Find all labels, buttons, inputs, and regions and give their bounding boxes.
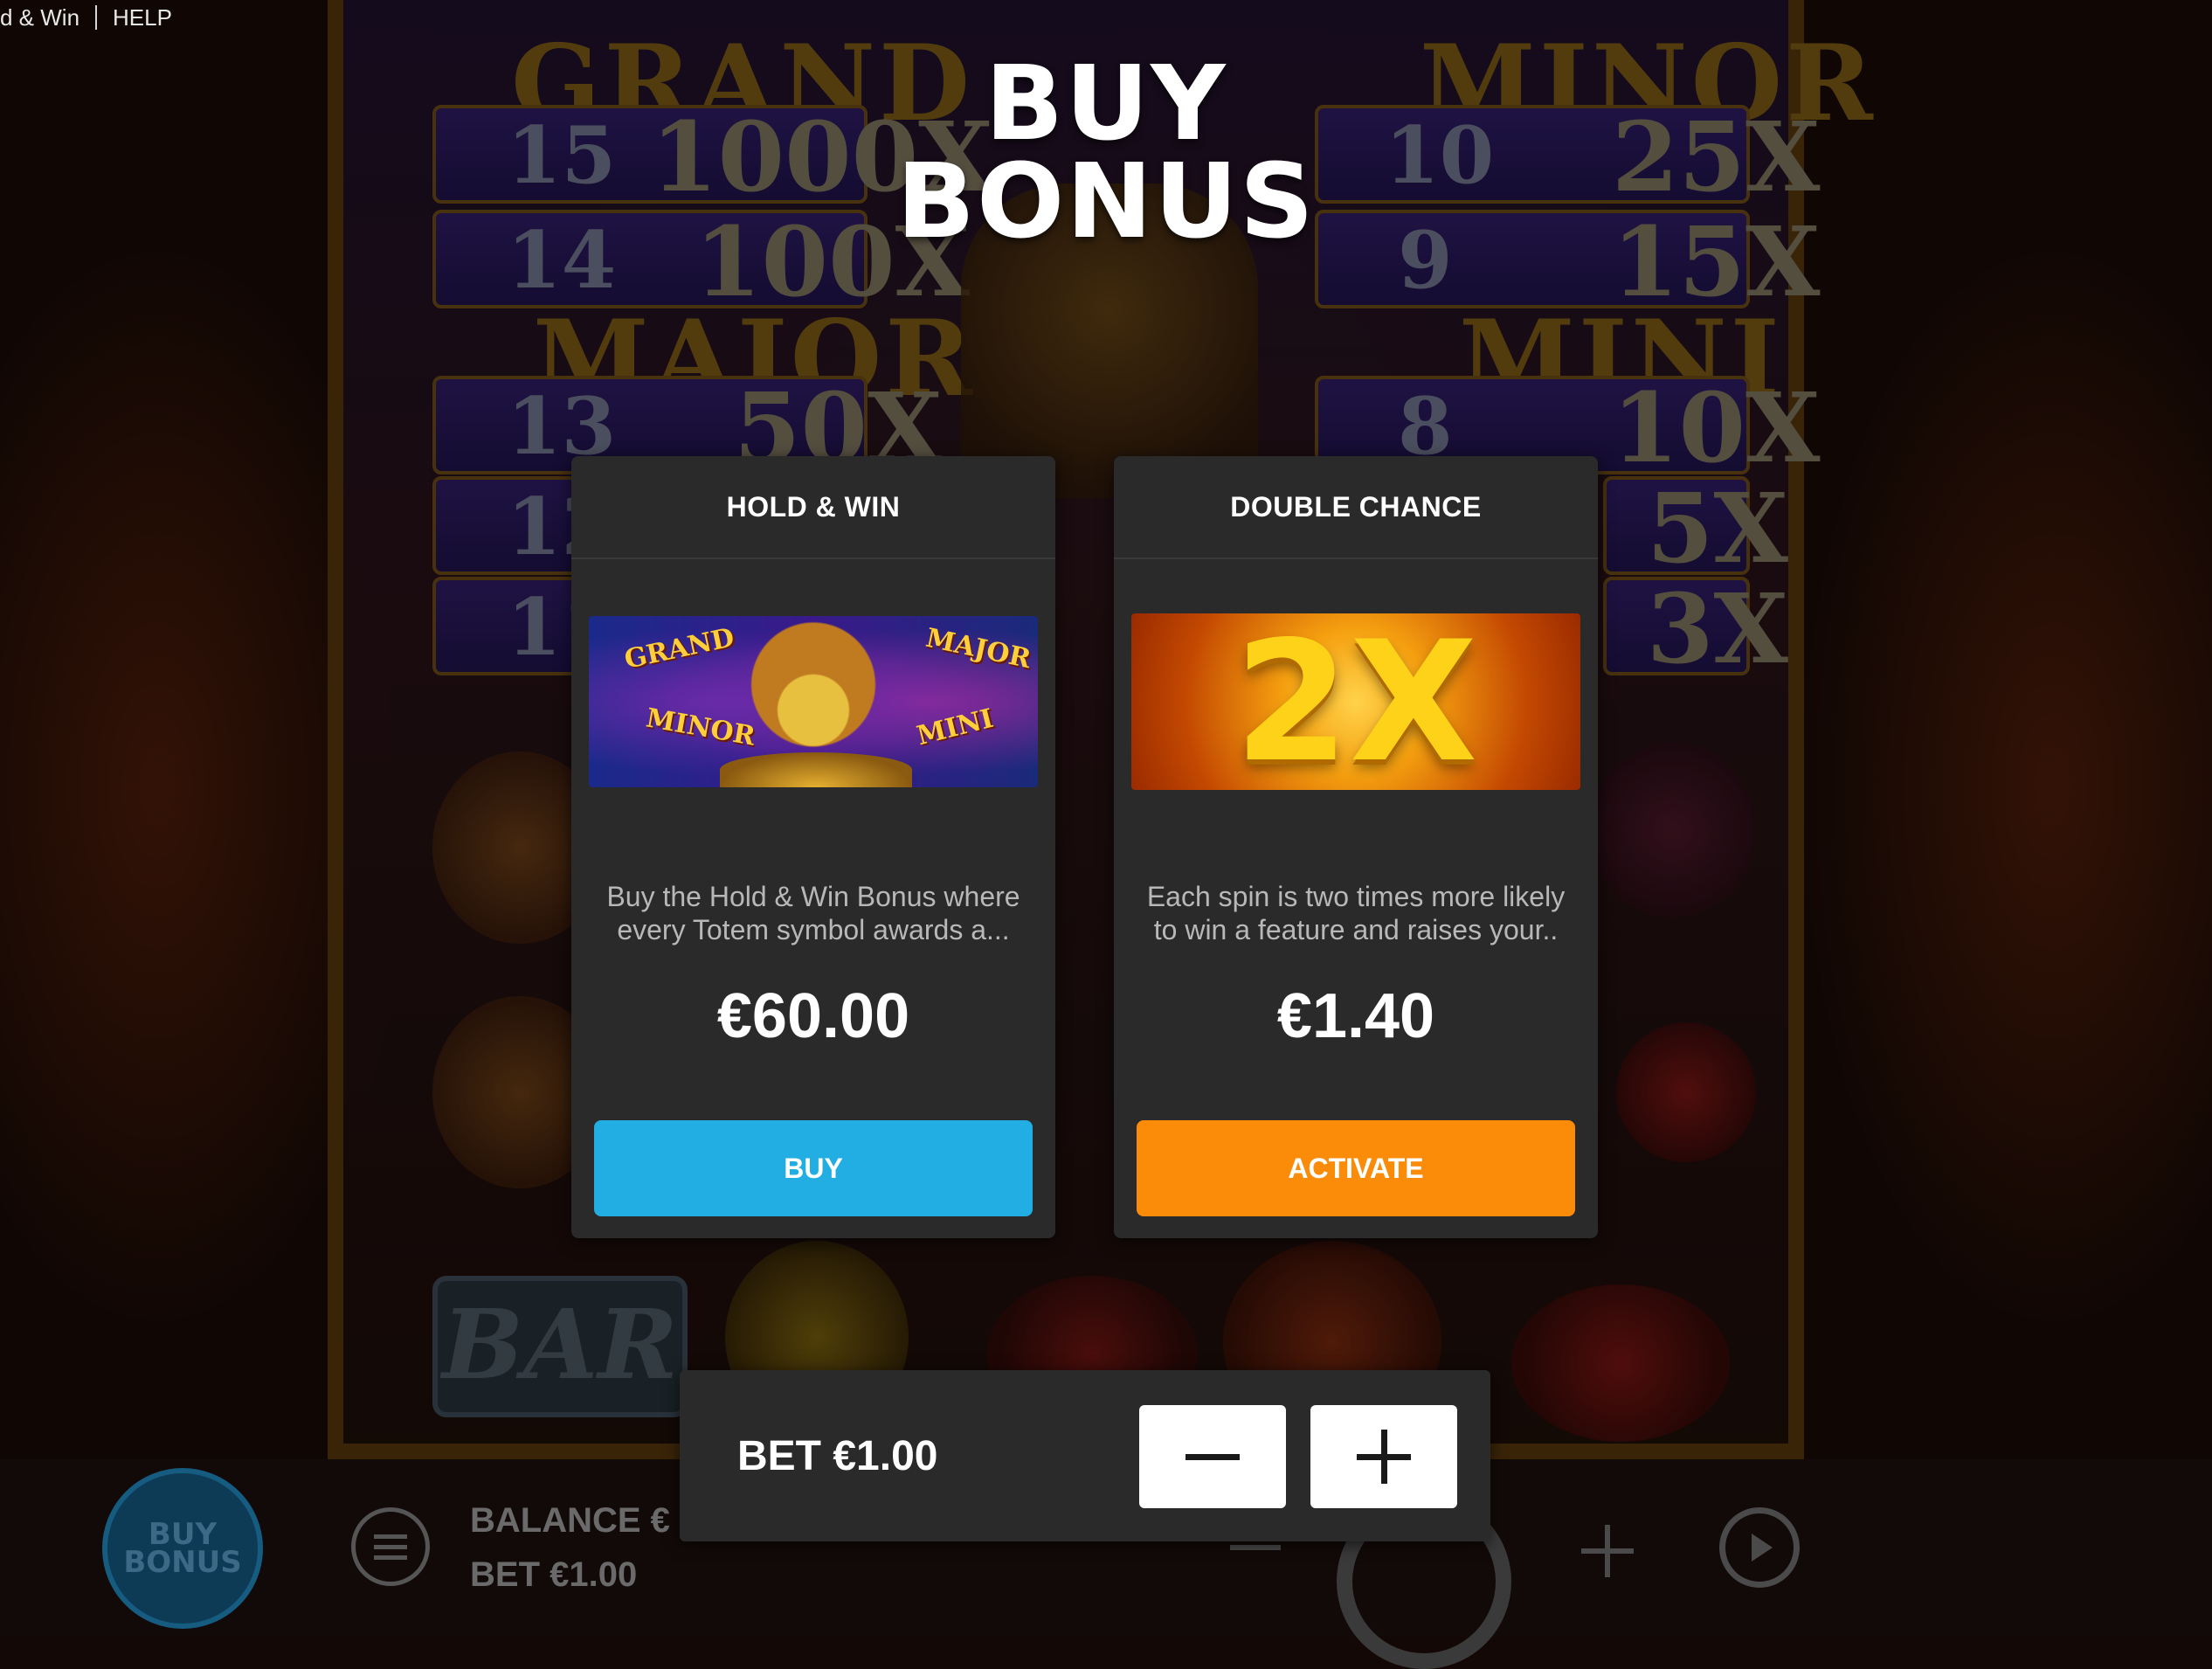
description-line: Each spin is two times more likely <box>1146 881 1566 912</box>
bet-amount: BET €1.00 <box>737 1432 938 1479</box>
image-label-grand: GRAND <box>621 622 737 675</box>
image-2x-text: 2X <box>1234 613 1478 790</box>
game-title: d & Win <box>0 3 80 31</box>
activate-button[interactable]: ACTIVATE <box>1137 1120 1575 1216</box>
title-line-1: BUY <box>985 43 1227 163</box>
top-bar: d & Win HELP <box>0 0 172 35</box>
card-title: DOUBLE CHANCE <box>1114 456 1598 559</box>
image-label-mini: MINI <box>914 703 997 752</box>
double-chance-card: DOUBLE CHANCE 2X Each spin is two times … <box>1114 456 1598 1238</box>
image-label-minor: MINOR <box>643 703 757 752</box>
buy-bonus-button[interactable]: BUY BONUS <box>102 1468 263 1629</box>
bet-panel: BET €1.00 <box>680 1370 1490 1541</box>
card-description: Buy the Hold & Win Bonus where every Tot… <box>589 880 1038 946</box>
plus-icon[interactable] <box>1581 1525 1634 1577</box>
card-description: Each spin is two times more likely to wi… <box>1131 880 1580 946</box>
modal-title: BUY BONUS <box>844 43 1368 261</box>
coins-graphic <box>720 752 912 787</box>
double-chance-image: 2X <box>1131 613 1580 790</box>
title-line-2: BONUS <box>896 141 1316 261</box>
hold-and-win-card: HOLD & WIN GRAND MAJOR MINOR MINI Buy th… <box>571 456 1055 1238</box>
card-price: €1.40 <box>1276 981 1435 1051</box>
buy-button[interactable]: BUY <box>594 1120 1033 1216</box>
card-price: €60.00 <box>716 981 910 1051</box>
hold-and-win-image: GRAND MAJOR MINOR MINI <box>589 616 1038 787</box>
bottom-bet-label: BET €1.00 <box>470 1555 638 1594</box>
description-line: Buy the Hold & Win Bonus where <box>606 881 1020 912</box>
increase-bet-button[interactable] <box>1310 1405 1457 1508</box>
divider <box>95 5 98 30</box>
description-line: to win a feature and raises your.. <box>1153 914 1559 945</box>
image-label-major: MAJOR <box>923 622 1034 675</box>
decrease-bet-button[interactable] <box>1139 1405 1286 1508</box>
minus-icon <box>1185 1453 1240 1460</box>
balance-label: BALANCE € <box>470 1501 670 1540</box>
autoplay-icon[interactable] <box>1719 1507 1800 1588</box>
card-title: HOLD & WIN <box>571 456 1055 559</box>
menu-icon[interactable] <box>351 1507 430 1586</box>
buy-bonus-label-line2: BONUS <box>123 1545 242 1580</box>
plus-icon <box>1357 1430 1411 1484</box>
help-link[interactable]: HELP <box>113 4 172 31</box>
description-line: every Totem symbol awards a... <box>617 914 1010 945</box>
minus-icon[interactable] <box>1230 1545 1281 1550</box>
